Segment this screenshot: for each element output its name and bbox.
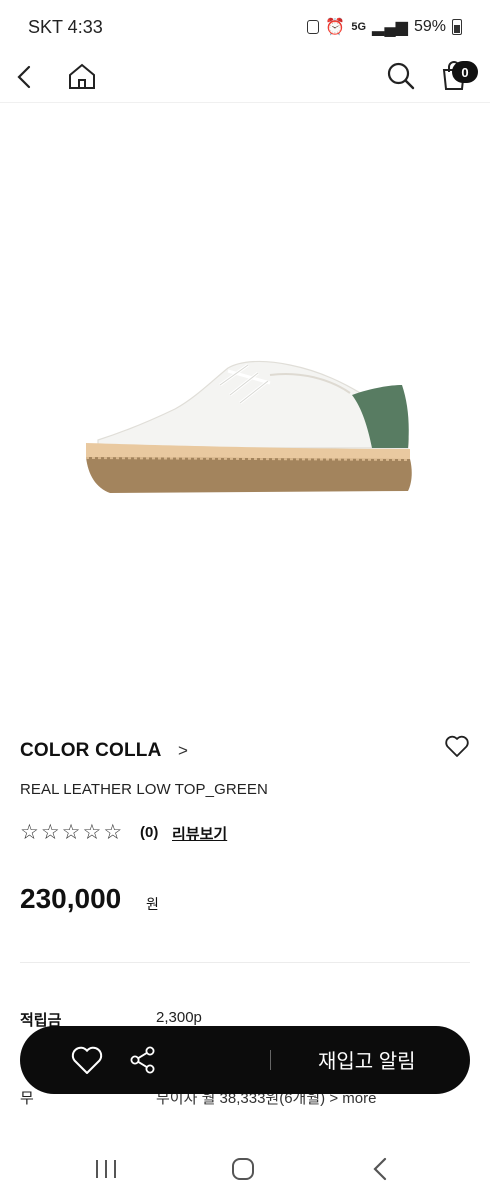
notification-icon: [307, 20, 320, 34]
system-nav-bar: [0, 1140, 490, 1200]
star-icon: ☆: [103, 821, 123, 844]
battery-icon: [452, 19, 462, 35]
recent-apps-icon: [96, 1160, 116, 1178]
review-link[interactable]: 리뷰보기: [172, 823, 227, 844]
back-icon: [17, 65, 31, 89]
product-name: REAL LEATHER LOW TOP_GREEN: [20, 781, 268, 798]
points-value: 2,300p: [156, 1009, 202, 1026]
brand-name[interactable]: COLOR COLLA: [20, 740, 162, 762]
action-divider: [270, 1050, 271, 1070]
home-nav-icon: [232, 1158, 254, 1180]
sneaker-image: [85, 360, 412, 493]
cart-count-badge: 0: [452, 61, 478, 83]
network-label: 5G: [351, 21, 367, 33]
status-bar: SKT 4:33 ⏰ 5G ▂▄▆ 59%: [0, 0, 490, 54]
brand-arrow-icon[interactable]: >: [178, 741, 188, 761]
wishlist-button[interactable]: [444, 734, 472, 762]
home-icon: [69, 63, 95, 89]
recent-apps-button[interactable]: [94, 1158, 118, 1180]
search-icon: [387, 62, 415, 90]
product-image[interactable]: [0, 103, 490, 703]
status-time: SKT 4:33: [28, 17, 103, 37]
status-icons: ⏰ 5G ▂▄▆ 59%: [307, 17, 462, 37]
top-header: [0, 54, 490, 103]
like-button[interactable]: [70, 1044, 104, 1076]
divider: [20, 962, 470, 963]
star-icon: ☆: [20, 821, 39, 844]
home-nav-button[interactable]: [230, 1156, 256, 1182]
product-price: 230,000: [20, 883, 122, 914]
star-icon: ☆: [40, 821, 60, 844]
restock-alert-button[interactable]: 재입고 알림: [318, 1045, 416, 1074]
back-nav-button[interactable]: [370, 1156, 390, 1182]
battery-text: 59%: [413, 18, 446, 35]
action-bar: 재입고 알림: [20, 1026, 470, 1094]
home-button[interactable]: [64, 58, 100, 94]
star-icon: ☆: [61, 821, 81, 844]
heart-icon: [71, 1046, 103, 1074]
back-button[interactable]: [8, 60, 40, 94]
rating-stars: ☆ ☆ ☆ ☆ ☆: [20, 822, 122, 844]
share-icon: [130, 1046, 155, 1074]
alarm-icon: ⏰: [325, 19, 346, 36]
review-count: (0): [140, 824, 159, 841]
star-icon: ☆: [82, 821, 102, 844]
search-button[interactable]: [383, 58, 419, 94]
price-currency: 원: [146, 896, 159, 912]
signal-icon: ▂▄▆: [372, 19, 408, 36]
heart-outline-icon: [445, 735, 469, 757]
installment-label: 무: [20, 1090, 34, 1107]
back-nav-icon: [373, 1157, 387, 1181]
share-button[interactable]: [128, 1045, 158, 1075]
